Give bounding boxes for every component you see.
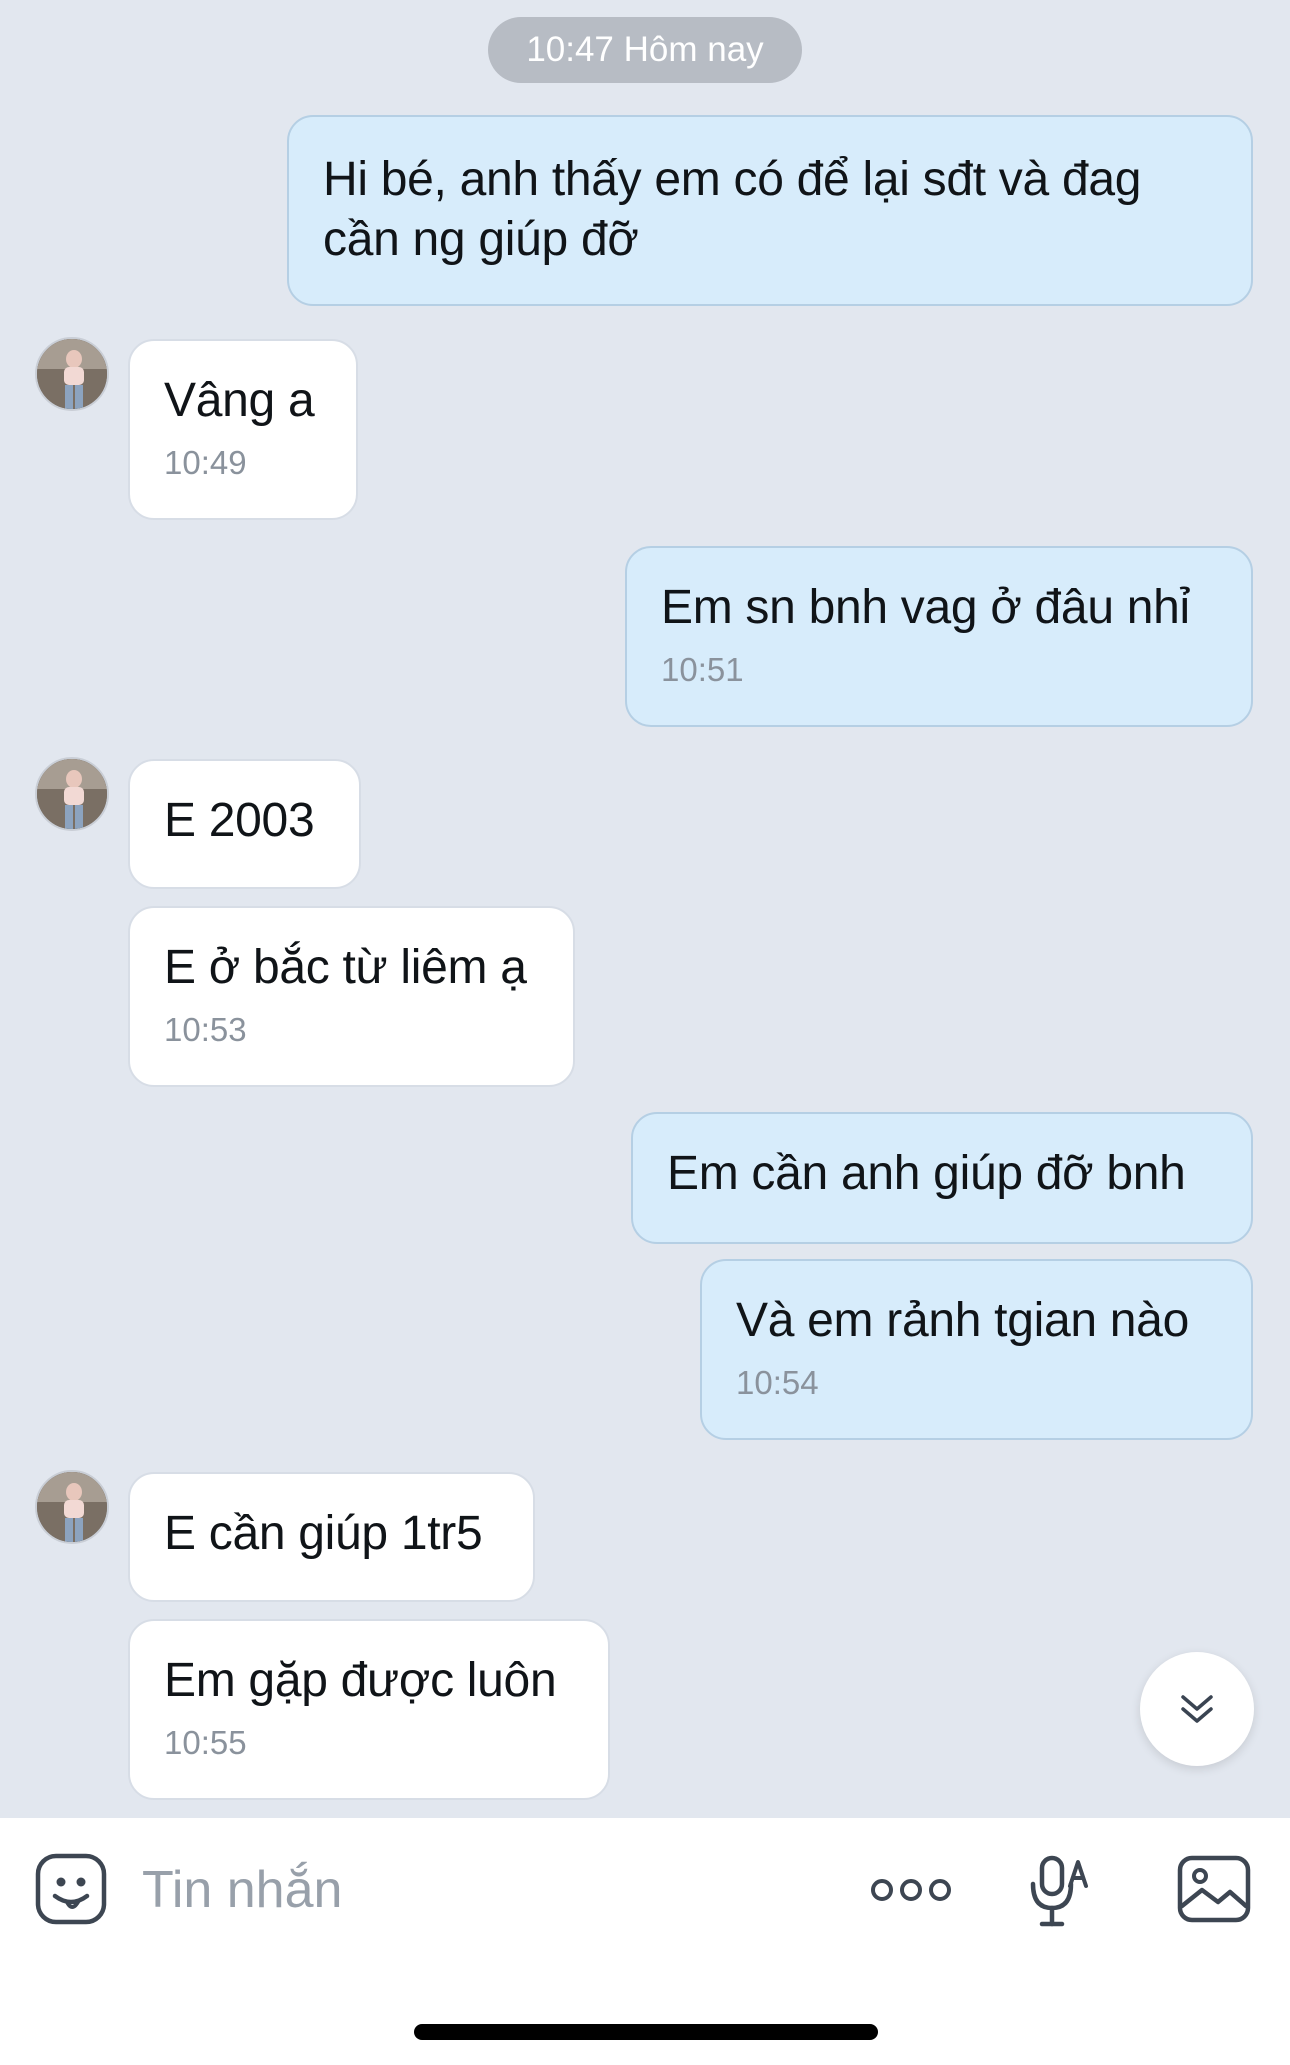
- voice-to-text-button[interactable]: [1026, 1852, 1092, 1932]
- message-time: 10:54: [736, 1364, 819, 1401]
- message-text: Em gặp được luôn: [164, 1654, 557, 1707]
- message-text: E 2003: [164, 794, 315, 847]
- avatar-photo-icon: [37, 759, 107, 829]
- message-time: 10:53: [164, 1011, 247, 1048]
- sender-avatar[interactable]: [35, 337, 109, 411]
- sticker-icon: [35, 1853, 107, 1925]
- outgoing-message[interactable]: Và em rảnh tgian nào 10:54: [700, 1259, 1253, 1440]
- message-text: E ở bắc từ liêm ạ: [164, 941, 527, 994]
- message-text: Em cần anh giúp đỡ bnh: [667, 1147, 1186, 1200]
- avatar-photo-icon: [37, 1472, 107, 1542]
- message-text: Vâng a: [164, 374, 315, 427]
- message-input[interactable]: Tin nhắn: [142, 1860, 342, 1920]
- image-icon: [1177, 1855, 1251, 1923]
- double-chevron-down-icon: [1181, 1695, 1213, 1723]
- voice-to-text-icon: [1030, 1855, 1088, 1927]
- incoming-message[interactable]: E 2003: [128, 759, 361, 889]
- more-button[interactable]: [868, 1868, 954, 1912]
- avatar-photo-icon: [37, 339, 107, 409]
- message-time: 10:55: [164, 1724, 247, 1761]
- image-button[interactable]: [1176, 1854, 1252, 1924]
- sender-avatar[interactable]: [35, 1470, 109, 1544]
- sticker-button[interactable]: [34, 1852, 108, 1926]
- message-text: Và em rảnh tgian nào: [736, 1294, 1189, 1347]
- scroll-to-bottom-button[interactable]: [1140, 1652, 1254, 1766]
- message-time: 10:49: [164, 444, 247, 481]
- date-separator: 10:47 Hôm nay: [488, 17, 802, 83]
- incoming-message[interactable]: E ở bắc từ liêm ạ 10:53: [128, 906, 575, 1087]
- sender-avatar[interactable]: [35, 757, 109, 831]
- incoming-message[interactable]: Vâng a 10:49: [128, 339, 358, 520]
- incoming-message[interactable]: E cần giúp 1tr5: [128, 1472, 535, 1602]
- message-text: Em sn bnh vag ở đâu nhỉ: [661, 581, 1190, 634]
- more-icon: [871, 1879, 951, 1901]
- outgoing-message[interactable]: Em cần anh giúp đỡ bnh: [631, 1112, 1253, 1244]
- incoming-message[interactable]: Em gặp được luôn 10:55: [128, 1619, 610, 1800]
- message-text: E cần giúp 1tr5: [164, 1507, 483, 1560]
- home-indicator: [414, 2024, 878, 2040]
- message-time: 10:51: [661, 651, 744, 688]
- chat-area[interactable]: 10:47 Hôm nay Hi bé, anh thấy em có để l…: [0, 0, 1290, 1818]
- outgoing-message[interactable]: Hi bé, anh thấy em có để lại sđt và đag …: [287, 115, 1253, 306]
- outgoing-message[interactable]: Em sn bnh vag ở đâu nhỉ 10:51: [625, 546, 1253, 727]
- message-text: Hi bé, anh thấy em có để lại sđt và đag …: [323, 153, 1142, 266]
